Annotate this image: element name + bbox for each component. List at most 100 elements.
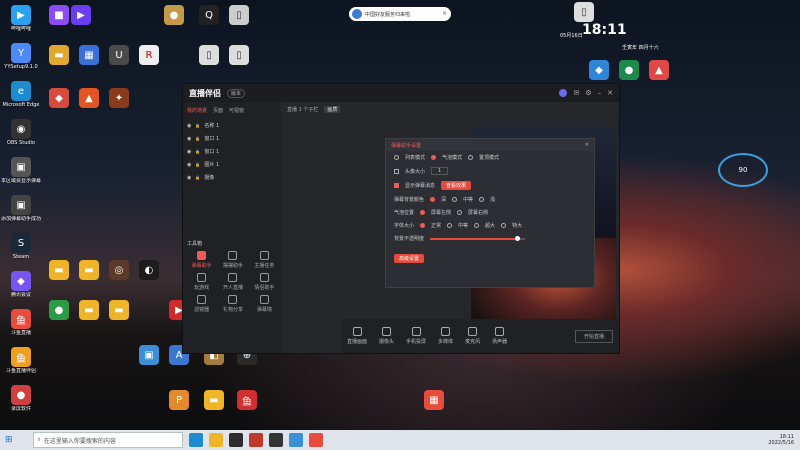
tool-button[interactable]: 弹幕助手 [187,251,216,269]
font-checkbox[interactable] [394,168,399,174]
toolbar-label: 麦克风 [465,339,481,345]
desktop-icon[interactable]: ▶ [62,5,100,25]
bottom-toolbar-button[interactable]: 手机投屏 [406,327,426,345]
tool-button[interactable]: 礼物分享 [218,295,247,313]
desktop-icon[interactable]: 鱼斗鱼直播 [2,309,40,336]
version-badge[interactable]: 版本 [227,88,246,98]
position-radio-right[interactable] [457,210,463,215]
system-monitor-widget[interactable]: 90 [718,153,768,187]
lock-icon[interactable]: 🔒 [195,175,200,180]
desktop-icon[interactable]: ✦ [100,88,138,108]
desktop-icon[interactable]: ▬ [100,300,138,320]
app-taskbar-icon[interactable] [288,433,303,447]
top-notification-bar[interactable]: 中国好友服务归来啦 ✕ [349,7,451,21]
bg-radio-medium[interactable] [452,197,458,202]
close-icon[interactable]: ✕ [442,10,447,17]
bottom-toolbar-button[interactable]: 多媒体 [438,327,453,345]
desktop-icon[interactable]: ▣ 添加弹幕助手成功 [1,195,41,222]
desktop-icon[interactable]: ▯ [220,45,258,65]
size-radio-xlarge[interactable] [501,223,507,228]
close-icon[interactable]: ✕ [607,89,613,97]
desktop-icon[interactable]: S Steam [2,233,40,260]
desktop-icon[interactable]: 鱼斗鱼直播伴侣 [2,347,40,374]
bottom-toolbar-button[interactable]: 麦克风 [465,327,480,345]
desktop-icon[interactable]: ▣本区域会显示弹幕消息和礼物 [1,157,41,184]
tool-button[interactable]: 情侣助手 [250,273,279,291]
bottom-toolbar-button[interactable]: 直播画面 [347,327,367,345]
position-radio-left[interactable] [420,210,426,215]
desktop-icon[interactable]: ▶ 哔哩哔哩 [2,5,40,32]
eye-icon[interactable]: ◉ [187,123,191,129]
edge-taskbar-icon[interactable] [188,433,203,447]
desktop-icon[interactable]: ▯ [220,5,258,25]
taskbar-clock[interactable]: 18:11 2022/5/16 [768,434,794,446]
size-radio-medium[interactable] [447,223,453,228]
eye-icon[interactable]: ◉ [187,162,191,168]
source-item[interactable]: ◉ 🔒 图片 1 [183,158,281,171]
desktop-icon[interactable]: ● 录屏软件 [2,385,40,412]
tool-button[interactable]: 滤镜器 [187,295,216,313]
lock-icon[interactable]: 🔒 [195,136,200,141]
start-live-button[interactable]: 开始直播 [574,329,613,343]
tool-button[interactable]: 摆摆助手 [218,251,247,269]
eye-icon[interactable]: ◉ [187,136,191,142]
minimize-icon[interactable]: – [598,89,602,97]
desktop-icon[interactable]: ▦ [415,390,453,410]
desktop-icon[interactable]: P [160,390,198,410]
mode-radio-bubble[interactable] [431,155,437,160]
close-icon[interactable]: ✕ [585,142,589,148]
windows-start-icon[interactable]: ⊞ [5,435,13,445]
bg-radio-light[interactable] [479,197,485,202]
tab-quality[interactable]: 画质 [324,106,341,113]
app-taskbar-icon[interactable] [228,433,243,447]
mode-radio-top[interactable] [468,155,474,160]
tab-page[interactable]: 页面 [213,107,223,114]
lock-icon[interactable]: 🔒 [195,162,200,167]
size-radio-normal[interactable] [420,223,426,228]
gear-icon[interactable]: ⚙ [585,89,591,97]
app-taskbar-icon[interactable] [308,433,323,447]
eye-icon[interactable]: ◉ [187,149,191,155]
obs-taskbar-icon[interactable] [268,433,283,447]
desktop-icon[interactable]: 鱼 [228,390,266,410]
desktop-icon[interactable]: R [130,45,168,65]
source-item[interactable]: ◉ 🔒 名称 1 [183,119,281,132]
tab-visual[interactable]: 可视窗 [229,107,244,114]
source-item[interactable]: ◉ 🔒 窗口 1 [183,132,281,145]
app-taskbar-icon[interactable] [248,433,263,447]
desktop-icon[interactable]: ◉ OBS Studio [2,119,40,146]
lock-icon[interactable]: 🔒 [195,149,200,154]
avatar[interactable] [559,89,568,97]
desktop-icon[interactable]: ▲ [640,60,678,80]
message-icon[interactable]: ✉ [573,89,579,97]
taskbar-search-input[interactable]: ⌕ 在这里输入你要搜索的内容 [32,432,183,448]
lock-icon[interactable]: 🔒 [195,123,200,128]
mode-radio-list[interactable] [394,155,399,160]
tool-button[interactable]: 弹幕墙 [250,295,279,313]
eye-icon[interactable]: ◉ [187,175,191,181]
show-barrage-checkbox[interactable] [394,183,399,188]
bottom-toolbar-button[interactable]: 扬声器 [492,327,507,345]
opacity-slider-knob[interactable] [514,235,520,241]
desktop-icon[interactable]: ● [155,5,193,25]
tool-button[interactable]: 玩游戏 [187,273,216,291]
source-item[interactable]: ◉ 🔒 摄像 [183,171,281,184]
advanced-settings-button[interactable]: 高级设置 [394,254,425,263]
desktop-icon[interactable]: ◆ 腾讯会议 [2,271,40,298]
size-radio-large[interactable] [474,223,480,228]
opacity-slider[interactable] [430,235,526,241]
tab-my-scene[interactable]: 我的场景 [187,107,207,114]
tool-button[interactable]: 主播任务 [250,251,279,269]
preview-effect-button[interactable]: 查看效果 [441,181,472,190]
desktop-icon[interactable]: ▯ [565,2,603,22]
desktop-icon[interactable]: Y YYSetup9.1.0 [2,43,40,70]
font-select[interactable]: 1 [431,167,449,175]
desktop-icon[interactable]: e Microsoft Edge [2,81,40,108]
tab-live[interactable]: 直播 1 个子栏 [287,106,318,113]
desktop-icon[interactable]: ◐ [130,260,168,280]
source-item[interactable]: ◉ 🔒 窗口 1 [183,145,281,158]
bottom-toolbar-button[interactable]: 摄像头 [379,327,394,345]
explorer-taskbar-icon[interactable] [208,433,223,447]
bg-radio-dark[interactable] [430,197,436,202]
tool-button[interactable]: 开人直播 [218,273,247,291]
